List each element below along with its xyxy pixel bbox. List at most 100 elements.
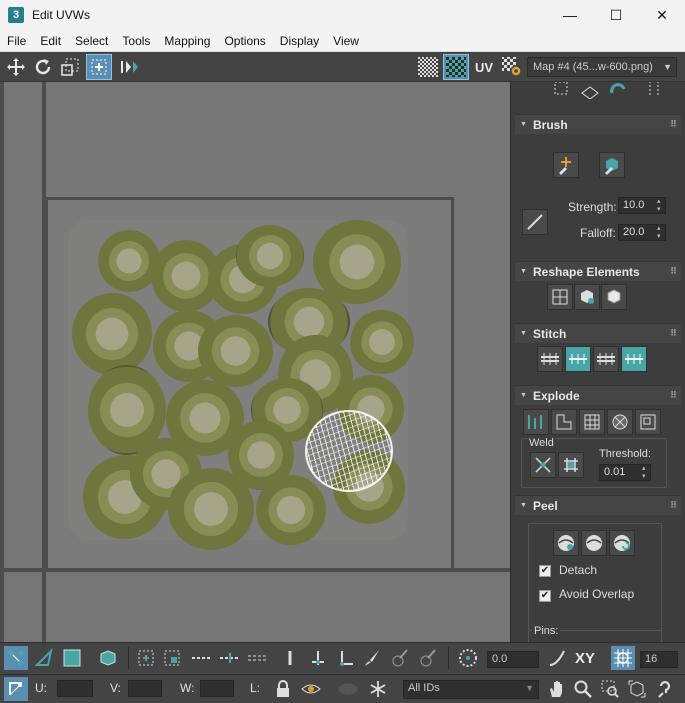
u-label: U: (35, 681, 47, 695)
threshold-spinner[interactable]: 0.01 (599, 464, 651, 481)
paint-move-icon[interactable] (553, 152, 579, 178)
peel-title: Peel (533, 498, 558, 513)
options-gear-icon[interactable] (500, 55, 524, 79)
reset-peel-icon[interactable] (609, 530, 635, 556)
point-to-point-icon[interactable] (306, 646, 330, 670)
select-inverted-icon[interactable] (160, 646, 184, 670)
weld-target-icon[interactable] (558, 452, 584, 478)
edge-mode-icon[interactable] (32, 646, 56, 670)
avoid-overlap-checkbox[interactable]: ✔ (539, 590, 551, 602)
stitch-to-target-icon[interactable] (537, 346, 563, 372)
close-button[interactable]: ✕ (639, 0, 685, 30)
cube-icon[interactable] (601, 284, 627, 310)
v-field[interactable] (128, 680, 162, 697)
grow-selection-icon[interactable] (577, 82, 603, 102)
reshape-elements-rollout-header[interactable]: Reshape Elements (515, 261, 681, 281)
select-element-icon[interactable] (549, 82, 575, 102)
menu-tools[interactable]: Tools (115, 30, 157, 52)
show-hidden-eye-icon[interactable] (299, 677, 323, 701)
xy-toggle-button[interactable]: XY (573, 646, 597, 670)
flatten-checker-icon[interactable] (607, 409, 633, 435)
vertex-mode-icon[interactable] (4, 646, 28, 670)
menu-options[interactable]: Options (217, 30, 272, 52)
grow-selection-icon[interactable] (218, 646, 242, 670)
paint-select-grow-icon[interactable] (388, 646, 412, 670)
v-label: V: (110, 681, 121, 695)
loop-selection-icon[interactable] (246, 646, 270, 670)
menu-file[interactable]: File (0, 30, 33, 52)
flatten-by-grid-icon[interactable] (579, 409, 605, 435)
freeform-icon[interactable] (86, 54, 112, 80)
stitch-to-source-icon[interactable] (593, 346, 619, 372)
checker-pattern-icon[interactable] (416, 55, 440, 79)
straighten-icon[interactable] (547, 284, 573, 310)
element-mode-icon[interactable] (96, 646, 120, 670)
maximize-button[interactable]: ☐ (593, 0, 639, 30)
detach-edge-icon[interactable] (551, 409, 577, 435)
rotation-value-field[interactable]: 0.0 (487, 651, 539, 668)
filter-selected-faces-icon[interactable] (336, 677, 360, 701)
freeze-snowflake-icon[interactable] (366, 677, 390, 701)
stitch-average-icon[interactable] (565, 346, 591, 372)
grid-snap-icon[interactable] (611, 646, 635, 670)
explode-title: Explode (533, 388, 580, 403)
pan-hand-icon[interactable] (544, 677, 568, 701)
falloff-spinner[interactable]: 20.0 (618, 224, 666, 241)
stitch-custom-icon[interactable] (621, 346, 647, 372)
map-select[interactable]: Map #4 (45...w-600.png) ▼ (527, 57, 677, 77)
mirror-icon[interactable] (117, 55, 141, 79)
loop-icon[interactable] (605, 82, 631, 102)
brush-rollout-header[interactable]: Brush (515, 114, 681, 134)
zoom-extents-icon[interactable] (625, 677, 649, 701)
menu-select[interactable]: Select (68, 30, 115, 52)
paint-select-brush-icon[interactable] (360, 646, 384, 670)
right-panel: Brush Strength: 10.0 Falloff: 20.0 Resha… (510, 82, 685, 642)
relax-brush-icon[interactable] (599, 152, 625, 178)
weld-selected-icon[interactable] (530, 452, 556, 478)
grid-size-field[interactable]: 16 (640, 651, 678, 668)
scale-icon[interactable] (58, 55, 82, 79)
menu-display[interactable]: Display (273, 30, 326, 52)
strength-spinner[interactable]: 10.0 (618, 197, 666, 214)
brush-falloff-curve-icon[interactable] (522, 209, 548, 235)
u-field[interactable] (57, 680, 93, 697)
viewport-dim-overlay (48, 200, 451, 568)
detach-checkbox[interactable]: ✔ (539, 565, 551, 577)
zoom-icon[interactable] (571, 677, 595, 701)
brush-title: Brush (533, 117, 568, 132)
show-map-icon[interactable] (443, 54, 469, 80)
w-field[interactable] (200, 680, 234, 697)
minimize-button[interactable]: — (547, 0, 593, 30)
move-icon[interactable] (4, 55, 28, 79)
paint-select-shrink-icon[interactable] (416, 646, 440, 670)
window-title: Edit UVWs (32, 8, 91, 22)
quick-peel-icon[interactable] (553, 530, 579, 556)
break-icon[interactable] (523, 409, 549, 435)
absolute-offset-icon[interactable] (4, 677, 28, 701)
uv-viewport[interactable] (0, 82, 510, 642)
zoom-region-icon[interactable] (598, 677, 622, 701)
soft-selection-curve-icon[interactable] (545, 646, 569, 670)
lock-icon[interactable] (271, 677, 295, 701)
help-icon[interactable] (653, 677, 677, 701)
flatten-by-smoothing-icon[interactable] (635, 409, 661, 435)
rotation-snap-icon[interactable] (456, 646, 480, 670)
menu-mapping[interactable]: Mapping (157, 30, 217, 52)
polygon-mode-icon[interactable] (60, 646, 84, 670)
stitch-rollout-header[interactable]: Stitch (515, 323, 681, 343)
menu-edit[interactable]: Edit (33, 30, 68, 52)
material-id-select[interactable]: All IDs ▼ (403, 680, 539, 699)
relax-cube-icon[interactable] (574, 284, 600, 310)
explode-rollout-header[interactable]: Explode (515, 385, 681, 405)
rotate-icon[interactable] (31, 55, 55, 79)
uv-toggle-button[interactable]: UV (472, 55, 496, 79)
menu-view[interactable]: View (326, 30, 366, 52)
peel-rollout-header[interactable]: Peel (515, 495, 681, 515)
uv-brush-gizmo[interactable] (305, 410, 393, 492)
edge-path-icon[interactable] (334, 646, 358, 670)
ring-icon[interactable] (641, 82, 667, 102)
select-by-element-icon[interactable] (134, 646, 158, 670)
ring-selection-icon[interactable] (278, 646, 302, 670)
peel-mode-icon[interactable] (581, 530, 607, 556)
shrink-selection-icon[interactable] (190, 646, 214, 670)
